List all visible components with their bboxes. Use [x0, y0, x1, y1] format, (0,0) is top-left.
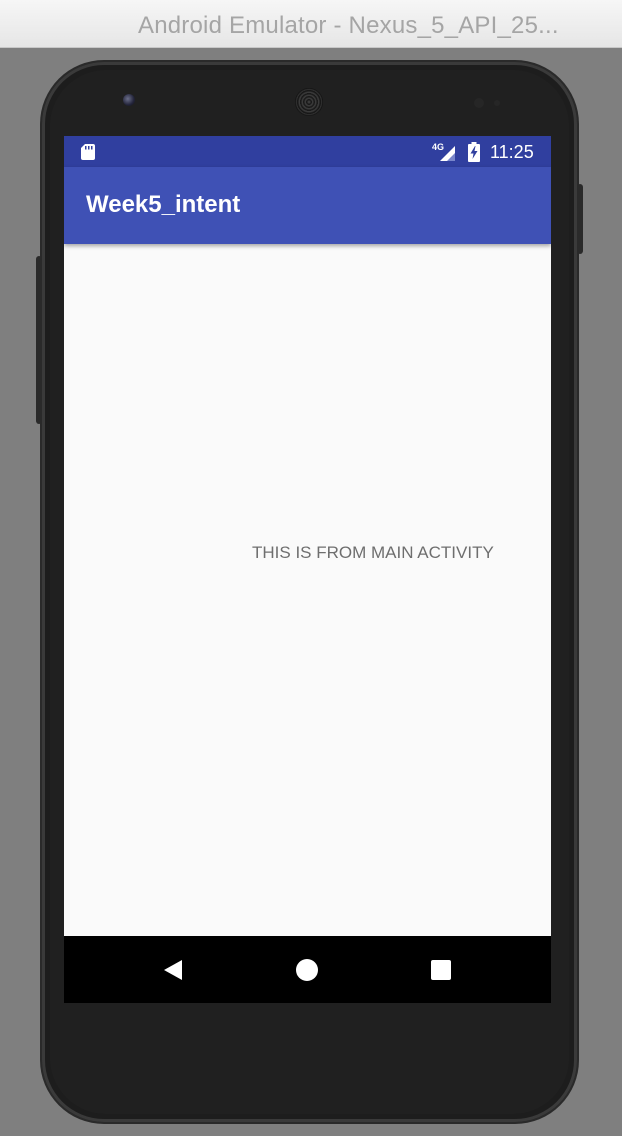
main-activity-message: THIS IS FROM MAIN ACTIVITY	[252, 543, 494, 562]
proximity-sensor-icon	[474, 98, 484, 108]
emulator-window: Android Emulator - Nexus_5_API_25... 4G	[0, 0, 622, 1136]
device-screen[interactable]: 4G 11:25 Week5_intent THIS IS FROM MAIN …	[64, 136, 551, 1003]
volume-button[interactable]	[36, 256, 42, 424]
navigation-bar	[64, 936, 551, 1003]
network-type-label: 4G	[432, 142, 444, 152]
front-camera-icon	[123, 94, 135, 106]
sd-card-icon	[81, 144, 95, 160]
home-icon[interactable]	[291, 954, 323, 986]
app-bar: Week5_intent	[64, 167, 551, 244]
app-title: Week5_intent	[86, 191, 241, 218]
main-content: THIS IS FROM MAIN ACTIVITY	[64, 244, 551, 936]
earpiece-speaker-icon	[295, 88, 323, 116]
window-title: Android Emulator - Nexus_5_API_25...	[138, 12, 559, 39]
signal-icon: 4G	[432, 142, 455, 161]
recents-icon[interactable]	[425, 954, 457, 986]
status-time: 11:25	[490, 142, 534, 162]
power-button[interactable]	[577, 184, 583, 254]
back-icon[interactable]	[156, 954, 188, 986]
battery-charging-icon	[468, 142, 480, 162]
light-sensor-icon	[494, 100, 500, 106]
status-bar: 4G 11:25	[64, 136, 551, 167]
window-titlebar[interactable]: Android Emulator - Nexus_5_API_25...	[0, 0, 622, 48]
